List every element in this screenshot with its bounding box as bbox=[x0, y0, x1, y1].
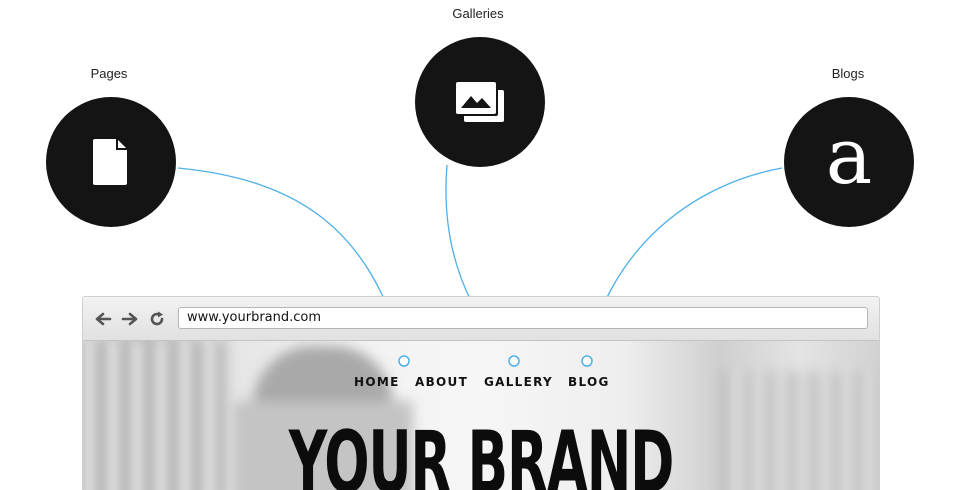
nav-gallery[interactable]: GALLERY bbox=[484, 375, 553, 389]
browser-window: www.yourbrand.com HOME ABOUT GALLERY BLO… bbox=[82, 296, 880, 490]
address-bar[interactable]: www.yourbrand.com bbox=[178, 307, 868, 329]
nav-home[interactable]: HOME bbox=[354, 375, 400, 389]
back-arrow-icon[interactable] bbox=[93, 309, 113, 329]
browser-toolbar: www.yourbrand.com bbox=[83, 297, 879, 341]
page-icon bbox=[93, 139, 127, 185]
reload-icon[interactable] bbox=[147, 309, 167, 329]
gallery-icon bbox=[456, 82, 504, 122]
blogs-label: Blogs bbox=[831, 66, 865, 81]
pages-label: Pages bbox=[90, 66, 128, 81]
website-preview: HOME ABOUT GALLERY BLOG YOUR BRAND bbox=[83, 341, 879, 490]
pages-circle[interactable] bbox=[46, 97, 176, 227]
feature-diagram: Pages Galleries Blogs a www.yourbrand.co… bbox=[0, 0, 960, 490]
blog-icon: a bbox=[825, 112, 873, 202]
building-left bbox=[83, 341, 223, 490]
blogs-circle[interactable]: a bbox=[784, 97, 914, 227]
building-right bbox=[723, 371, 879, 490]
galleries-label: Galleries bbox=[452, 6, 504, 21]
brand-title: YOUR BRAND bbox=[288, 413, 675, 490]
galleries-circle[interactable] bbox=[415, 37, 545, 167]
nav-blog[interactable]: BLOG bbox=[568, 375, 610, 389]
nav-about[interactable]: ABOUT bbox=[415, 375, 468, 389]
forward-arrow-icon[interactable] bbox=[120, 309, 140, 329]
